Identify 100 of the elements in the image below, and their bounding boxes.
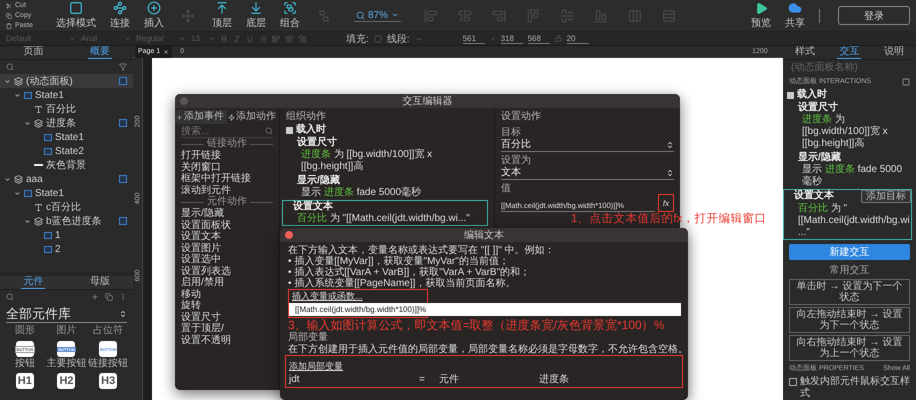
action-list-item[interactable]: 旋转 [181,300,273,312]
x-field[interactable]: 561 [462,34,485,44]
action-list-item[interactable]: 设置尺寸 [181,312,273,323]
outline-item[interactable]: aaa [0,172,133,186]
share-button[interactable]: 共享 [781,0,809,30]
toolbar-button[interactable]: 组合 [276,0,304,30]
toolbar-button[interactable]: 连接 [106,0,134,30]
variable-target[interactable]: 进度条 [539,374,679,386]
outline-item[interactable]: State2 [0,144,133,158]
heading-widget[interactable]: H2 [57,373,76,389]
heading-widget[interactable]: H3 [99,373,118,389]
add-target-button[interactable]: 添加目标 [861,190,911,203]
copy-icon[interactable] [105,293,113,301]
heading-widget[interactable]: H1 [16,373,34,389]
close-icon[interactable] [163,48,170,54]
checkbox[interactable] [789,378,797,386]
outline-item[interactable]: State1 [0,88,133,102]
underline-icon[interactable] [246,34,254,42]
action-list-item[interactable]: 打开链接 [181,150,273,162]
square-icon[interactable] [902,78,910,86]
toolbar-button[interactable]: 插入 [140,0,168,30]
selected-action[interactable]: 设置文本 添加目标 百分比 为 "[[Math.ceil(jdt.width/bg.wi..." [783,189,912,240]
variable-type[interactable]: 元件 [439,374,539,386]
event-heading[interactable]: 载入时 [286,124,488,136]
lock-icon[interactable] [554,35,562,42]
toolbar-button[interactable]: 顶层 [208,0,236,30]
text-input[interactable]: [[Math.ceil(jdt.width/bg.width*100)]]% [289,303,681,316]
toolbar-button[interactable]: 选择模式 [52,0,100,30]
outline-item[interactable]: 进度条 [0,116,133,130]
search-icon[interactable] [6,63,14,71]
action-list-item[interactable]: 设置图片 [181,242,273,254]
panel-tab[interactable]: 概要 [88,46,112,59]
action-list-item[interactable]: 设置面板状 [181,220,273,231]
set-to-select[interactable]: 文本 [501,166,674,180]
fx-button[interactable]: fx [658,194,674,212]
plus-icon[interactable] [91,293,99,301]
action-item[interactable]: 显示/隐藏 显示 进度条 fade 5000毫秒 [286,174,488,200]
action-list-item[interactable]: 设置列表选 [181,266,273,277]
italic-icon[interactable] [233,34,241,42]
panel-tab[interactable]: 说明 [882,46,906,59]
align-center-icon[interactable] [285,34,293,42]
align-left-icon[interactable] [272,34,280,42]
preview-button[interactable]: 预览 [747,0,775,30]
outline-item[interactable]: 2 [0,242,133,256]
search-icon[interactable] [6,293,14,301]
name-field[interactable]: (动态面板名称) [789,61,910,74]
play-icon [754,2,768,14]
common-interaction-button[interactable]: 单击时 → 设置为下一个状态 [789,279,910,305]
panel-tab[interactable]: 母版 [88,276,112,289]
action-list-item[interactable]: 启用/禁用 [181,277,273,288]
outline-item[interactable]: State1 [0,130,133,144]
login-button[interactable]: 登录 [838,6,910,25]
action-list-item[interactable]: 置于顶层/ [181,323,273,334]
event-heading[interactable]: 载入时 [787,89,912,101]
panel-tab[interactable]: 样式 [793,46,818,59]
fill-swatch-icon[interactable] [374,34,382,42]
add-variable-link[interactable]: 添加局部变量 [289,361,343,371]
zoom-dropdown[interactable]: 87% [354,10,402,22]
action-list-item[interactable]: 关闭窗口 [181,162,273,173]
toolbar-button[interactable]: 底层 [242,0,270,30]
y-field[interactable]: 318 [500,34,523,44]
action-list-item[interactable]: 移动 [181,288,273,300]
align-middle-icon [560,8,574,22]
checkbox-option[interactable]: 触发内部元件鼠标交互样式 [783,376,916,400]
bold-icon[interactable] [220,34,228,42]
outline-item[interactable]: 1 [0,228,133,242]
action-list-item[interactable]: 设置不透明 [181,334,273,346]
align-right-icon[interactable] [298,34,306,42]
new-interaction-button[interactable]: 新建交互 [789,244,910,260]
editor-tab[interactable]: 添加动作 [227,110,279,124]
action-list-item[interactable]: 滚动到元件 [181,184,273,196]
common-interaction-button[interactable]: 向左拖动结束时 → 设置为下一个状态 [789,307,910,333]
selected-action[interactable]: 设置文本 百分比 为 "[[Math.ceil(jdt.width/bg.wi..." [282,200,488,226]
outline-item[interactable]: c百分比 [0,200,133,214]
common-interaction-button[interactable]: 向右拖动结束时 → 设置为上一个状态 [789,335,910,361]
outline-item[interactable]: (动态面板) [0,74,133,88]
action-list-item[interactable]: 框架中打开链接 [181,173,273,184]
height-field[interactable]: 20 [566,34,589,44]
target-select[interactable]: 百分比 [501,138,674,152]
width-field[interactable]: 568 [528,34,550,44]
action-item[interactable]: 显示/隐藏 显示 进度条 fade 5000毫秒 [787,151,912,189]
insert-variable-link[interactable]: 插入变量或函数... [292,290,424,302]
library-dropdown[interactable]: 全部元件库 [6,306,127,323]
caret-icon[interactable] [24,120,31,126]
outline-item[interactable]: b蓝色进度条 [0,214,133,228]
outline-item[interactable]: State1 [0,186,133,200]
action-item[interactable]: 设置尺寸 进度条 为 [[bg.width/100]]宽 x [[bg.height]]高 [286,136,488,174]
action-list-item[interactable]: 显示/隐藏 [181,208,273,220]
outline-item[interactable]: 灰色背景 [0,158,133,172]
panel-tab[interactable]: 元件 [21,276,46,289]
action-item[interactable]: 设置尺寸 进度条 为 [[bg.width/100]]宽 x [[bg.height]]高 [787,101,912,151]
outline-item[interactable]: 百分比 [0,102,133,116]
list-icon[interactable] [259,34,267,42]
caret-icon[interactable] [24,218,31,224]
action-list-item[interactable]: 设置文本 [181,231,273,242]
panel-tab[interactable]: 页面 [21,46,46,59]
action-list-item[interactable]: 设置选中 [181,254,273,266]
variable-name[interactable]: jdt [289,374,419,386]
filter-icon[interactable] [119,63,127,71]
editor-tab[interactable]: 添加事件 [175,110,227,124]
